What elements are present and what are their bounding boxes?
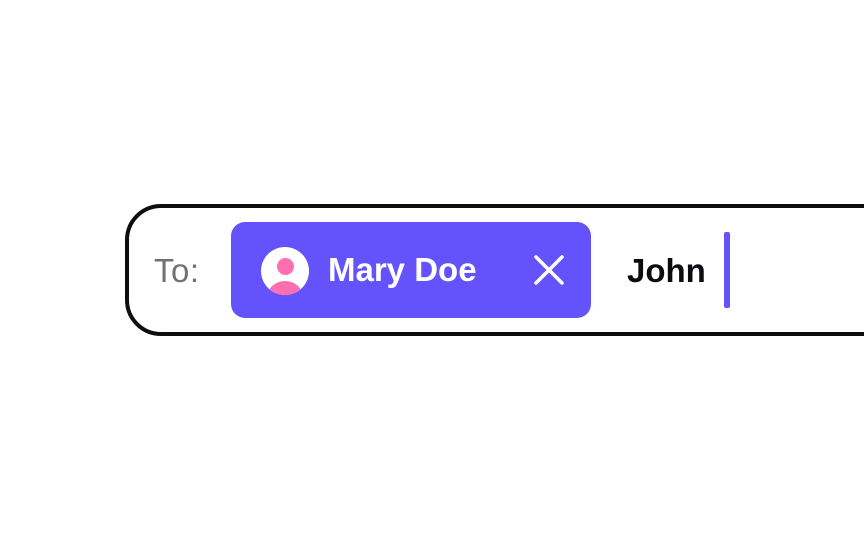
close-icon[interactable] [530, 251, 568, 289]
recipient-typed-text[interactable]: John [627, 250, 706, 292]
text-caret [724, 232, 730, 308]
person-icon [261, 247, 309, 295]
recipient-chip-label: Mary Doe [328, 251, 477, 288]
to-label: To: [154, 252, 200, 289]
compose-stage: To: Mary Doe John [0, 0, 864, 540]
